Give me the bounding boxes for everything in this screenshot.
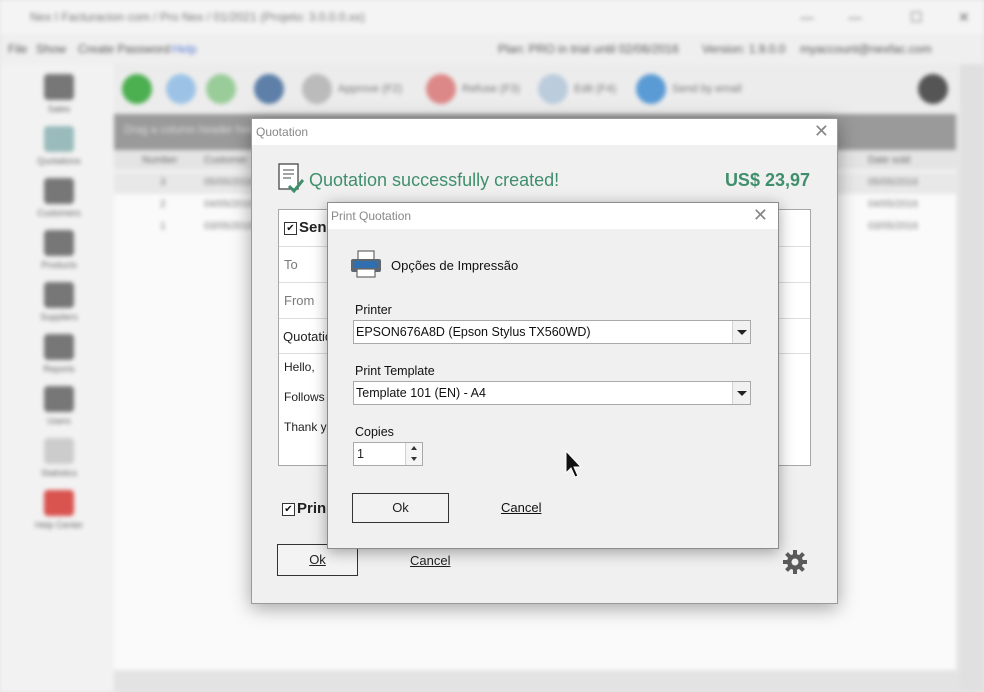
report-icon [44, 334, 74, 360]
template-label: Print Template [355, 364, 435, 378]
print-dialog-title: Print Quotation [331, 209, 412, 223]
settings-button[interactable] [918, 74, 948, 104]
menu-show[interactable]: Show [36, 42, 66, 56]
sidebar-item-reports[interactable]: Reports [18, 334, 100, 386]
template-value: Template 101 (EN) - A4 [356, 386, 486, 400]
copies-label: Copies [355, 425, 394, 439]
window-close-icon[interactable]: ✕ [958, 9, 970, 26]
plus-icon [122, 74, 152, 104]
sidebar-item-customers[interactable]: Customers [18, 178, 100, 230]
print-ok-button[interactable]: Ok [352, 493, 449, 523]
refuse-icon [426, 74, 456, 104]
chevron-down-icon[interactable] [732, 321, 750, 343]
app-window-title: Nex I Facturacion com / Pro Nex / 01/202… [30, 10, 365, 24]
menu-file[interactable]: File [8, 42, 27, 56]
globe-icon [636, 74, 666, 104]
cart-icon [44, 74, 74, 100]
success-message: Quotation successfully created! [309, 170, 560, 190]
mouse-cursor-icon [565, 450, 583, 478]
copies-value[interactable]: 1 [357, 447, 364, 461]
print-quotation-dialog: Print Quotation ✕ Opções de Impressão Pr… [327, 202, 779, 549]
minimize-icon[interactable]: — [800, 9, 814, 25]
maximize-icon[interactable]: ☐ [910, 9, 923, 26]
lifebuoy-icon [44, 490, 74, 516]
email-body-line: Thank yo [284, 420, 334, 434]
sidebar-item-users[interactable]: Users [18, 386, 100, 438]
quotation-titlebar: Quotation ✕ [252, 119, 837, 145]
printer-icon [351, 250, 381, 278]
quotation-cancel-button[interactable]: Cancel [410, 553, 450, 568]
send-email-checkbox[interactable]: ✔ [284, 222, 297, 235]
chevron-down-icon[interactable] [732, 382, 750, 404]
minimize-icon-2[interactable]: — [848, 9, 862, 25]
customer-icon [44, 178, 74, 204]
print-close-icon[interactable]: ✕ [753, 205, 768, 226]
convert-icon [206, 74, 236, 104]
quotation-total: US$ 23,97 [724, 170, 810, 190]
plan-status: Plan: PRO in trial until 02/06/2016 [498, 42, 679, 56]
send-email-label: Sen [299, 219, 327, 236]
app-titlebar: Nex I Facturacion com / Pro Nex / 01/202… [0, 0, 984, 34]
sidebar-item-sales[interactable]: Sales [18, 74, 100, 126]
status-bar [114, 670, 960, 692]
edit-icon [538, 74, 568, 104]
edit-pencil-button[interactable] [166, 74, 196, 104]
toolbar: Approve (F2) Refuse (F3) Edit (F4) Send … [114, 64, 960, 114]
print-options-heading: Opções de Impressão [391, 258, 519, 273]
sidebar-item-help-center[interactable]: Help Center [18, 490, 100, 542]
print-toolbar-button[interactable] [254, 74, 284, 104]
printer-select[interactable]: EPSON676A8D (Epson Stylus TX560WD) [353, 320, 751, 344]
print-cancel-button[interactable]: Cancel [501, 500, 541, 515]
quotation-close-icon[interactable]: ✕ [814, 121, 829, 142]
template-select[interactable]: Template 101 (EN) - A4 [353, 381, 751, 405]
refuse-button[interactable]: Refuse (F3) [426, 74, 520, 104]
gear-icon [918, 74, 948, 104]
edit-button[interactable]: Edit (F4) [538, 74, 616, 104]
print-titlebar: Print Quotation ✕ [328, 203, 778, 229]
gear-icon[interactable] [782, 549, 808, 575]
to-label: To [284, 257, 298, 272]
email-body-line: Follows [284, 390, 325, 404]
add-button[interactable] [122, 74, 152, 104]
sidebar: Sales Quotations Customers Products Supp… [0, 64, 114, 692]
chart-icon [44, 438, 74, 464]
convert-button[interactable] [206, 74, 236, 104]
print-label: Prin [297, 500, 327, 517]
printer-value: EPSON676A8D (Epson Stylus TX560WD) [356, 325, 591, 339]
approve-button[interactable]: Approve (F2) [302, 74, 402, 104]
copies-stepper[interactable]: 1 [353, 442, 423, 466]
sidebar-item-products[interactable]: Products [18, 230, 100, 282]
truck-icon [44, 282, 74, 308]
app-menubar: File Show Create Password Help Plan: PRO… [0, 34, 984, 64]
sidebar-item-statistics[interactable]: Statistics [18, 438, 100, 490]
user-icon [44, 386, 74, 412]
box-icon [44, 230, 74, 256]
document-check-icon [278, 163, 304, 194]
email-body-line: Hello, [284, 360, 315, 374]
from-label: From [284, 293, 315, 308]
print-checkbox[interactable]: ✔ [282, 503, 295, 516]
sidebar-item-suppliers[interactable]: Suppliers [18, 282, 100, 334]
quotation-dialog-title: Quotation [256, 125, 309, 139]
menu-create-password[interactable]: Create Password [78, 42, 170, 56]
right-side-panel [960, 64, 984, 692]
printer-icon [254, 74, 284, 104]
decrement-arrow-icon[interactable] [405, 454, 422, 465]
send-email-button[interactable]: Send by email [636, 74, 742, 104]
sidebar-item-quotations[interactable]: Quotations [18, 126, 100, 178]
approve-icon [302, 74, 332, 104]
printer-label: Printer [355, 303, 392, 317]
pencil-icon [166, 74, 196, 104]
version-label: Version: 1.9.0.0 [702, 42, 786, 56]
menu-help[interactable]: Help [172, 42, 197, 56]
document-icon [44, 126, 74, 152]
account-label: myaccount@nexfac.com [800, 42, 932, 56]
email-subject[interactable]: Quotatio [283, 329, 332, 344]
